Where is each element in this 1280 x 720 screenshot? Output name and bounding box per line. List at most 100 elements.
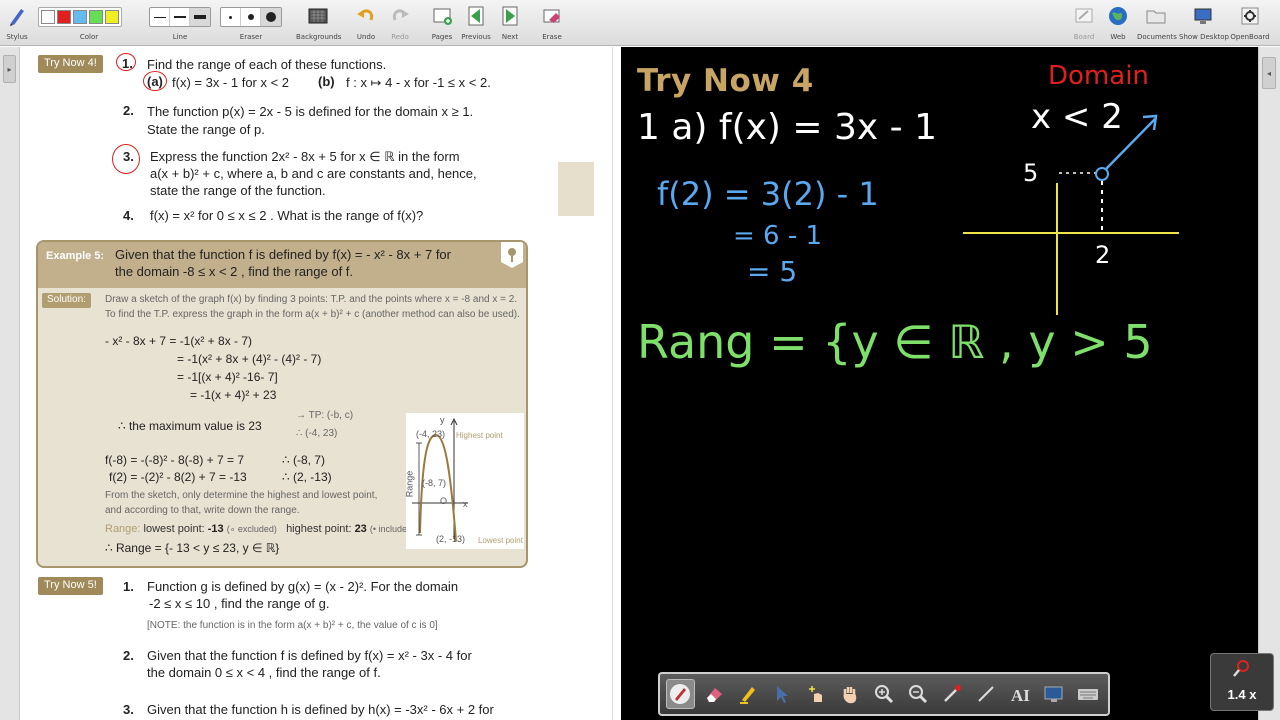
right-side-panel[interactable]: ◂ — [1258, 47, 1280, 720]
capture-tool[interactable] — [1039, 679, 1068, 709]
question-text: f(x) = 3x - 1 for x < 2 — [172, 75, 290, 90]
question-text: Given that the function h is defined by … — [147, 702, 494, 717]
solution-label: Solution: — [42, 293, 91, 308]
undo-button[interactable]: Undo — [352, 2, 380, 44]
text-icon: AI — [1011, 686, 1030, 705]
example-header: Example 5: Given that the function f is … — [38, 242, 526, 288]
range-low-note: (∘ excluded) — [226, 524, 277, 534]
location-pin-icon — [501, 242, 523, 268]
eraser-width-selector — [220, 7, 282, 27]
question-text: Express the function 2x² - 8x + 5 for x … — [150, 149, 460, 164]
question-number: 4. — [123, 208, 134, 223]
add-page-icon — [433, 8, 452, 25]
eraser-medium-button[interactable] — [241, 8, 261, 26]
pen-tool[interactable] — [666, 679, 695, 709]
color-swatch-blue[interactable] — [73, 10, 87, 24]
zoom-out-tool[interactable] — [904, 679, 933, 709]
magnifier-icon — [1233, 660, 1249, 677]
graph-mid-point: (-8, 7) — [422, 478, 447, 488]
documents-button[interactable]: Documents — [1137, 2, 1177, 44]
pages-button[interactable]: Pages — [426, 2, 458, 44]
previous-page-icon — [468, 6, 484, 26]
erase-button[interactable]: Erase — [536, 2, 568, 44]
text-tool[interactable]: AI — [1005, 679, 1034, 709]
next-page-icon — [502, 6, 518, 26]
stylus-palette: AI — [658, 672, 1110, 716]
backgrounds-button[interactable]: Backgrounds — [296, 2, 341, 44]
graph-x-label: x — [463, 499, 468, 509]
graph-origin-label: O — [440, 496, 448, 506]
range-summary: Range: lowest point: -13 (∘ excluded) hi… — [105, 523, 415, 535]
web-button[interactable]: Web — [1103, 2, 1133, 44]
line-medium-button[interactable] — [170, 8, 190, 26]
show-desktop-button[interactable]: Show Desktop — [1179, 2, 1229, 44]
laser-pointer-tool[interactable] — [937, 679, 966, 709]
zoom-value: 1.4 x — [1227, 687, 1257, 702]
line-thin-button[interactable] — [150, 8, 170, 26]
stylus-button[interactable]: Stylus — [2, 2, 32, 44]
line-tool[interactable] — [971, 679, 1000, 709]
interact-tool[interactable] — [802, 679, 831, 709]
eraser-large-button[interactable] — [261, 8, 281, 26]
marker-tool[interactable] — [734, 679, 763, 709]
question-note: [NOTE: the function is in the form a(x +… — [147, 620, 438, 631]
graph-x-value: 2 — [1095, 241, 1111, 269]
tp-note: ∴ (-4, 23) — [296, 428, 338, 439]
graph-low-point: (2, -13) — [436, 534, 466, 544]
graph-y-label: y — [440, 415, 445, 425]
color-swatch-yellow[interactable] — [105, 10, 119, 24]
left-side-panel[interactable]: ▸ — [0, 47, 20, 720]
whiteboard-canvas[interactable]: Try Now 4 Domain x < 2 1 a) f(x) = 3x - … — [621, 47, 1258, 720]
question-text: Given that the function f is defined by … — [147, 648, 472, 663]
evaluation-line: f(2) = -(2)² - 8(2) + 7 = -13 — [109, 470, 247, 484]
line-thick-button[interactable] — [190, 8, 210, 26]
selector-tool[interactable] — [768, 679, 797, 709]
question-text: State the range of p. — [147, 122, 265, 137]
solution-text: From the sketch, only determine the high… — [105, 490, 378, 501]
question-number: 1. — [122, 56, 133, 71]
eraser-icon — [707, 688, 723, 702]
tp-note: → TP: (-b, c) — [296, 410, 354, 421]
example-5-box: Example 5: Given that the function f is … — [36, 240, 528, 568]
question-text: The function p(x) = 2x - 5 is defined fo… — [147, 104, 474, 119]
marker-icon — [740, 687, 756, 704]
question-number: 3. — [123, 702, 134, 717]
zoom-widget[interactable]: 1.4 x — [1210, 653, 1274, 711]
board-title: Try Now 4 — [637, 63, 814, 99]
redo-button[interactable]: Redo — [386, 2, 414, 44]
erase-icon — [543, 9, 560, 23]
zoom-in-tool[interactable] — [870, 679, 899, 709]
color-swatch-green[interactable] — [89, 10, 103, 24]
question-number: 2. — [123, 648, 134, 663]
keyboard-tool[interactable] — [1073, 679, 1102, 709]
board-button[interactable]: Board — [1069, 2, 1099, 44]
hand-tool[interactable] — [836, 679, 865, 709]
range-low-value: -13 — [207, 523, 224, 535]
hand-icon — [843, 687, 857, 704]
working-line: = -1(x + 4)² + 23 — [190, 388, 277, 402]
domain-word: Domain — [1048, 61, 1149, 91]
globe-icon — [1109, 7, 1127, 25]
zoom-out-icon — [908, 685, 928, 704]
evaluation-line: f(-8) = -(-8)² - 8(-8) + 7 = 7 — [105, 453, 245, 467]
openboard-menu-button[interactable]: OpenBoard — [1230, 2, 1270, 44]
solution-text: Draw a sketch of the graph f(x) by findi… — [105, 294, 518, 305]
color-palette — [38, 7, 122, 27]
left-panel-toggle[interactable]: ▸ — [3, 55, 16, 83]
question-text: f : x ↦ 4 - x for -1 ≤ x < 2. — [346, 75, 491, 90]
color-swatch-red[interactable] — [57, 10, 71, 24]
range-final: ∴ Range = {- 13 < y ≤ 23, y ∈ ℝ} — [105, 541, 280, 555]
document-page: ▸ Try Now 4! 1. Find the range of each o… — [0, 47, 621, 720]
color-swatch-white[interactable] — [41, 10, 55, 24]
question-number: 3. — [123, 149, 134, 164]
next-button[interactable]: Next — [494, 2, 526, 44]
graph-top-point: (-4, 23) — [416, 429, 446, 439]
stylus-icon — [10, 9, 24, 26]
undo-icon — [357, 9, 374, 21]
line-width-group: Line — [149, 2, 211, 44]
eraser-small-button[interactable] — [221, 8, 241, 26]
right-panel-toggle[interactable]: ◂ — [1262, 57, 1276, 89]
range-low-label: lowest point: — [143, 523, 205, 535]
eraser-tool[interactable] — [700, 679, 729, 709]
previous-button[interactable]: Previous — [460, 2, 492, 44]
